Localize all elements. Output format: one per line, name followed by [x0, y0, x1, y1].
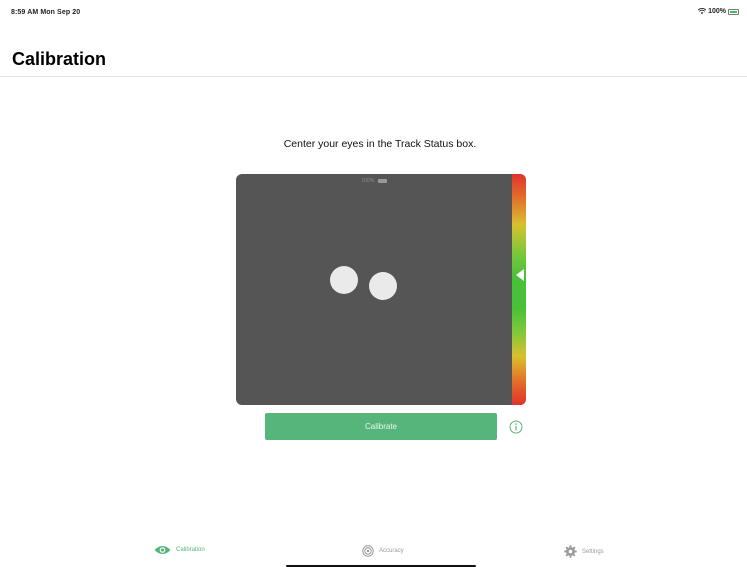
status-time-date: 8:59 AM Mon Sep 20 — [11, 9, 81, 16]
header-divider — [0, 76, 747, 77]
tab-settings[interactable]: Settings — [564, 545, 604, 558]
track-status-box: 100% — [236, 174, 526, 405]
tab-accuracy[interactable]: Accuracy — [362, 545, 404, 557]
tab-accuracy-label: Accuracy — [379, 548, 404, 554]
calibrate-button[interactable]: Calibrate — [265, 413, 497, 440]
distance-marker-icon — [516, 269, 524, 281]
status-bar: 8:59 AM Mon Sep 20 100% — [0, 0, 747, 20]
info-icon[interactable] — [509, 420, 523, 434]
distance-gauge — [512, 174, 526, 405]
left-eye-indicator — [330, 266, 358, 294]
right-eye-indicator — [369, 272, 397, 300]
battery-percentage: 100% — [708, 8, 726, 15]
track-status-indicator: 100% — [236, 178, 512, 184]
page-title: Calibration — [12, 49, 107, 69]
tab-settings-label: Settings — [582, 548, 604, 555]
tab-bar: Calibration Accuracy Settings — [0, 535, 747, 567]
target-icon — [362, 545, 374, 557]
eye-icon — [154, 546, 171, 554]
gear-icon — [564, 545, 577, 558]
track-status-battery-icon — [377, 178, 387, 183]
tab-calibration[interactable]: Calibration — [154, 545, 205, 555]
status-indicators: 100% — [698, 8, 739, 15]
wifi-icon — [698, 8, 707, 15]
track-status-label: 100% — [361, 178, 375, 184]
battery-icon — [728, 8, 739, 15]
tab-calibration-label: Calibration — [176, 547, 205, 553]
instruction-text: Center your eyes in the Track Status box… — [283, 138, 477, 150]
